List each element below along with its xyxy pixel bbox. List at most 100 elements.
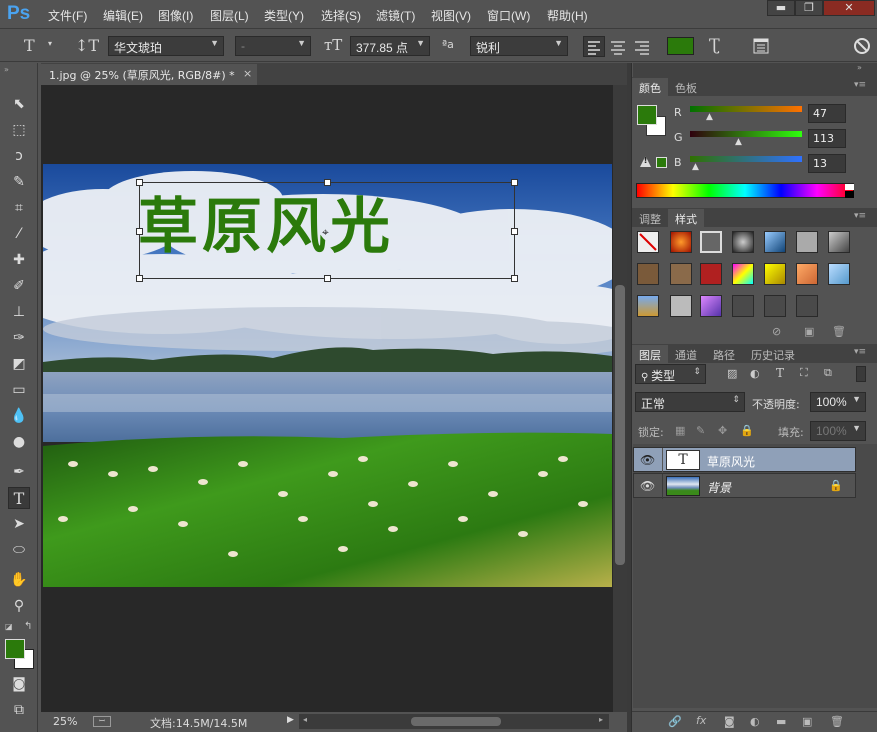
trash-icon[interactable]: 🗑 [832, 325, 846, 338]
status-toggle-icon[interactable]: ꟷ [93, 716, 111, 727]
style-fire[interactable] [670, 231, 692, 253]
menu-window[interactable]: 窗口(W) [487, 7, 530, 24]
eye-icon[interactable]: 👁 [640, 479, 655, 493]
web-safe-color-chip[interactable] [656, 157, 667, 168]
transform-handle[interactable] [324, 275, 331, 282]
menu-select[interactable]: 选择(S) [321, 7, 361, 24]
path-select-tool-icon[interactable]: ➤ [8, 513, 30, 535]
blur-tool-icon[interactable]: 💧 [8, 405, 30, 427]
layer-name[interactable]: 背景 [707, 479, 731, 496]
color-spectrum-bar[interactable] [636, 183, 854, 198]
layer-row-text[interactable]: 👁 T 草原风光 [633, 447, 856, 473]
layer-filter-select[interactable]: ⚲ 类型 ⇕ [635, 364, 706, 384]
filter-toggle[interactable] [856, 366, 866, 382]
minimize-button[interactable]: ▬ [767, 0, 795, 16]
status-menu-arrow-icon[interactable]: ▶ [287, 715, 294, 725]
eyedropper-tool-icon[interactable]: ⁄ [8, 223, 30, 245]
type-tool-icon[interactable]: T [8, 487, 30, 509]
filter-pixel-icon[interactable]: ▨ [727, 367, 737, 380]
filter-type-icon[interactable]: T [776, 366, 784, 380]
fx-icon[interactable]: fx [696, 714, 706, 727]
transform-handle[interactable] [324, 179, 331, 186]
quick-mask-icon[interactable]: ◙ [8, 673, 30, 695]
panel-menu-icon[interactable]: ▾≡ [854, 80, 866, 90]
transform-handle[interactable] [511, 275, 518, 282]
scroll-left-icon[interactable]: ◂ [303, 715, 307, 724]
white-chip[interactable] [845, 184, 854, 190]
blue-slider-thumb[interactable]: ▲ [692, 162, 699, 172]
font-family-select[interactable]: 华文琥珀 ▼ [108, 36, 224, 56]
eraser-tool-icon[interactable]: ◩ [8, 353, 30, 375]
brush-tool-icon[interactable]: ✐ [8, 275, 30, 297]
text-orientation-icon[interactable]: ↕T [75, 36, 99, 55]
tab-paths[interactable]: 路径 [706, 345, 742, 363]
style-dark-2[interactable] [764, 295, 786, 317]
style-none[interactable] [637, 231, 659, 253]
link-layers-icon[interactable]: 🔗 [668, 715, 682, 728]
default-colors-icon[interactable]: ◪ [5, 622, 13, 631]
quick-select-tool-icon[interactable]: ✎ [8, 171, 30, 193]
trash-icon[interactable]: 🗑 [830, 715, 844, 728]
tab-history[interactable]: 历史记录 [744, 345, 802, 363]
style-landscape[interactable] [637, 295, 659, 317]
dodge-tool-icon[interactable]: ● [8, 431, 30, 453]
black-chip[interactable] [845, 191, 854, 198]
font-size-select[interactable]: 377.85 点 ▼ [350, 36, 430, 56]
transform-handle[interactable] [136, 179, 143, 186]
menu-help[interactable]: 帮助(H) [547, 7, 588, 24]
ellipse-tool-icon[interactable]: ⬭ [8, 539, 30, 561]
pen-tool-icon[interactable]: ✒ [8, 461, 30, 483]
collapse-arrows-icon[interactable]: » [4, 65, 9, 74]
type-tool-preset-icon[interactable]: T [24, 36, 35, 55]
foreground-color-swatch[interactable] [5, 639, 25, 659]
style-pattern[interactable] [670, 295, 692, 317]
tab-adjustments[interactable]: 调整 [632, 209, 668, 227]
style-blue-glass[interactable] [764, 231, 786, 253]
tab-swatches[interactable]: 色板 [668, 78, 704, 96]
blue-slider-track[interactable] [690, 156, 802, 162]
transform-bounding-box[interactable]: ⌖ [136, 179, 518, 282]
filter-adjust-icon[interactable]: ◐ [750, 367, 760, 380]
style-chrome[interactable] [732, 231, 754, 253]
menu-layer[interactable]: 图层(L) [210, 7, 249, 24]
red-value-field[interactable]: 47 [808, 104, 846, 123]
lock-all-icon[interactable]: 🔒 [740, 424, 754, 437]
blend-mode-select[interactable]: 正常 ⇕ [635, 392, 745, 412]
transform-handle[interactable] [136, 228, 143, 235]
align-right-button[interactable] [632, 37, 652, 56]
text-color-swatch[interactable] [667, 37, 694, 55]
lasso-tool-icon[interactable]: ↄ [8, 145, 30, 167]
swap-colors-icon[interactable]: ↰ [24, 621, 32, 632]
layer-name[interactable]: 草原风光 [707, 453, 755, 470]
fg-color-chip[interactable] [637, 105, 657, 125]
style-dark-3[interactable] [796, 295, 818, 317]
crop-tool-icon[interactable]: ⌗ [8, 197, 30, 219]
lock-pixels-icon[interactable]: ✎ [696, 424, 705, 437]
style-gold[interactable] [764, 263, 786, 285]
gradient-tool-icon[interactable]: ▭ [8, 379, 30, 401]
cancel-edit-button[interactable] [853, 37, 871, 55]
style-gray[interactable] [796, 231, 818, 253]
eye-icon[interactable]: 👁 [640, 453, 655, 467]
menu-image[interactable]: 图像(I) [158, 7, 193, 24]
warp-text-icon[interactable]: Ʈ [709, 35, 720, 54]
move-tool-icon[interactable]: ⬉ [8, 93, 30, 115]
tab-channels[interactable]: 通道 [668, 345, 704, 363]
panel-menu-icon[interactable]: ▾≡ [854, 211, 866, 221]
zoom-tool-icon[interactable]: ⚲ [8, 595, 30, 617]
collapse-arrows-icon[interactable]: » [857, 63, 862, 72]
green-value-field[interactable]: 113 [808, 129, 846, 148]
style-purple[interactable] [700, 295, 722, 317]
lock-position-icon[interactable]: ✥ [718, 424, 727, 437]
green-slider-track[interactable] [690, 131, 802, 137]
transform-handle[interactable] [511, 179, 518, 186]
style-orange[interactable] [796, 263, 818, 285]
new-style-icon[interactable]: ▣ [804, 325, 814, 338]
filter-shape-icon[interactable]: ⛶ [800, 366, 808, 380]
filter-smart-icon[interactable]: ⧉ [824, 366, 832, 380]
layer-row-background[interactable]: 👁 背景 🔒 [633, 473, 856, 499]
clear-style-icon[interactable]: ⊘ [772, 325, 781, 338]
healing-brush-tool-icon[interactable]: ✚ [8, 249, 30, 271]
style-sky[interactable] [828, 263, 850, 285]
tab-color[interactable]: 颜色 [632, 78, 668, 96]
